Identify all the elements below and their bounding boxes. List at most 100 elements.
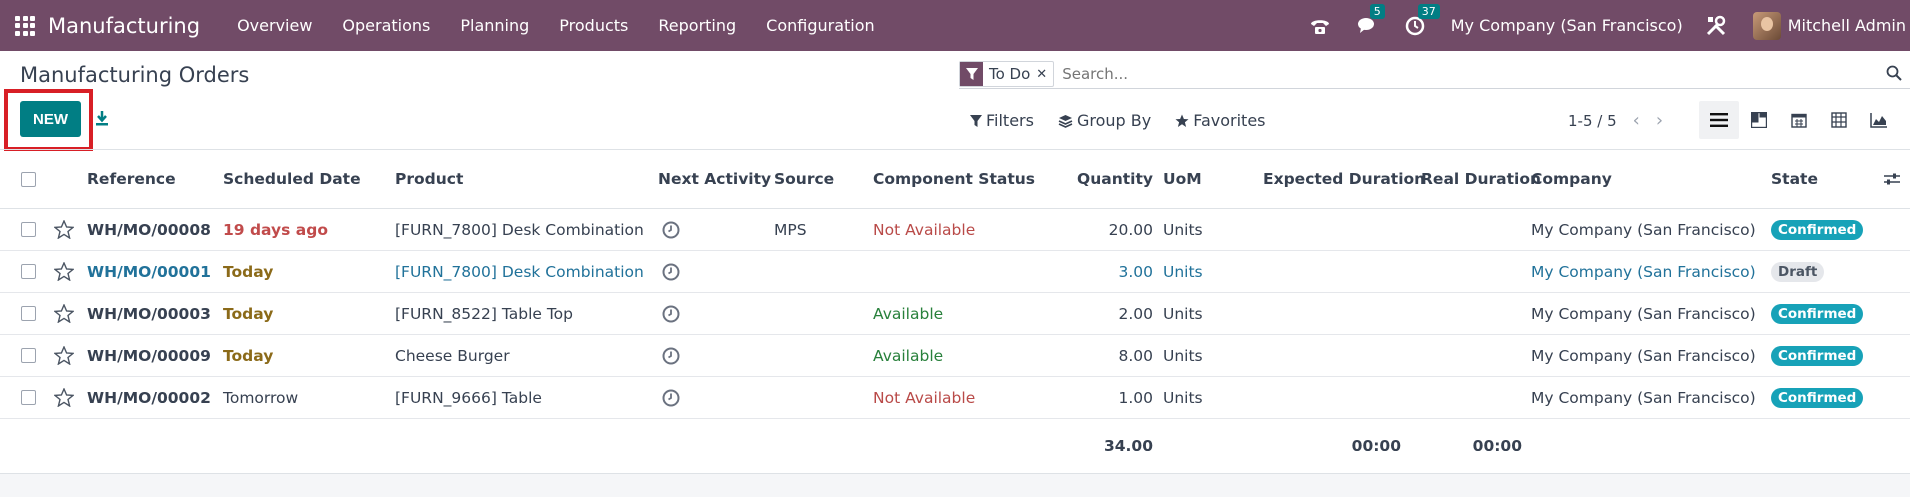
column-next-activity[interactable]: Next Activity [658, 150, 771, 208]
search-panel-toolbar: Filters Group By Favorites [970, 111, 1290, 130]
cell-scheduled-date: Today [223, 262, 274, 281]
calendar-icon [1791, 113, 1807, 128]
table-row[interactable]: WH/MO/00008 19 days ago [FURN_7800] Desk… [0, 209, 1910, 251]
cell-source: MPS [774, 220, 807, 239]
filters-label: Filters [986, 111, 1034, 130]
activity-clock-icon[interactable] [662, 377, 680, 418]
calendar-view-button[interactable] [1779, 101, 1819, 139]
phone-icon[interactable] [1309, 16, 1331, 36]
row-checkbox[interactable] [21, 377, 36, 418]
cell-uom: Units [1163, 262, 1203, 281]
cell-company: My Company (San Francisco) [1531, 346, 1756, 365]
cell-scheduled-date: Today [223, 304, 274, 323]
cell-uom: Units [1163, 346, 1203, 365]
column-component-status[interactable]: Component Status [873, 150, 1035, 208]
menu-planning[interactable]: Planning [460, 16, 529, 35]
star-icon[interactable] [54, 209, 74, 250]
activity-clock-icon[interactable] [662, 335, 680, 376]
cell-company: My Company (San Francisco) [1531, 220, 1756, 239]
app-name[interactable]: Manufacturing [48, 14, 200, 38]
column-state[interactable]: State [1771, 150, 1818, 208]
manufacturing-orders-table: Reference Scheduled Date Product Next Ac… [0, 150, 1910, 474]
menu-operations[interactable]: Operations [342, 16, 430, 35]
user-avatar[interactable] [1752, 11, 1781, 40]
pager: 1-5 / 5 ‹ › [1568, 110, 1663, 131]
row-checkbox[interactable] [21, 293, 36, 334]
cell-uom: Units [1163, 220, 1203, 239]
search-icon[interactable] [1886, 65, 1902, 85]
top-navbar: Manufacturing Overview Operations Planni… [0, 0, 1910, 51]
menu-configuration[interactable]: Configuration [766, 16, 875, 35]
total-real-duration: 00:00 [1472, 437, 1522, 455]
menu-reporting[interactable]: Reporting [658, 16, 736, 35]
column-product[interactable]: Product [395, 150, 463, 208]
apps-grid-icon[interactable] [15, 15, 35, 36]
table-row[interactable]: WH/MO/00002 Tomorrow [FURN_9666] Table N… [0, 377, 1910, 419]
select-all-checkbox[interactable] [21, 150, 36, 208]
activity-clock-icon[interactable] [662, 251, 680, 292]
list-view-button[interactable] [1699, 101, 1739, 139]
new-button[interactable]: NEW [20, 101, 81, 137]
cell-product: [FURN_7800] Desk Combination [395, 262, 644, 281]
cell-product: Cheese Burger [395, 346, 510, 365]
cell-uom: Units [1163, 304, 1203, 323]
row-checkbox[interactable] [21, 209, 36, 250]
cell-reference: WH/MO/00009 [87, 346, 211, 365]
graph-view-button[interactable] [1859, 101, 1899, 139]
table-row[interactable]: WH/MO/00001 Today [FURN_7800] Desk Combi… [0, 251, 1910, 293]
cell-component-status: Not Available [873, 220, 976, 239]
activity-clock-icon[interactable] [662, 209, 680, 250]
tools-icon[interactable] [1705, 15, 1727, 37]
row-checkbox[interactable] [21, 251, 36, 292]
cell-reference: WH/MO/00002 [87, 388, 211, 407]
chat-icon[interactable]: 5 [1357, 3, 1385, 36]
star-icon[interactable] [54, 335, 74, 376]
column-company[interactable]: Company [1531, 150, 1612, 208]
pager-value[interactable]: 1-5 / 5 [1568, 112, 1617, 130]
facet-close-icon[interactable]: ✕ [1036, 62, 1053, 86]
search-facet[interactable]: To Do ✕ [959, 61, 1055, 87]
menu-overview[interactable]: Overview [237, 16, 312, 35]
row-checkbox[interactable] [21, 335, 36, 376]
page-title[interactable]: Manufacturing Orders [20, 63, 249, 87]
column-source[interactable]: Source [774, 150, 834, 208]
cell-component-status: Not Available [873, 388, 976, 407]
star-icon[interactable] [54, 293, 74, 334]
layers-icon [1058, 114, 1073, 128]
filters-button[interactable]: Filters [970, 111, 1034, 130]
column-scheduled-date[interactable]: Scheduled Date [223, 150, 361, 208]
table-row[interactable]: WH/MO/00009 Today Cheese Burger Availabl… [0, 335, 1910, 377]
download-icon[interactable] [95, 110, 109, 130]
pivot-view-button[interactable] [1819, 101, 1859, 139]
star-icon [1175, 114, 1189, 127]
user-name[interactable]: Mitchell Admin [1788, 16, 1906, 35]
column-reference[interactable]: Reference [87, 150, 176, 208]
cell-quantity: 20.00 [1108, 220, 1153, 239]
cell-product: [FURN_7800] Desk Combination [395, 220, 644, 239]
search-input[interactable] [1062, 65, 1883, 83]
chevron-left-icon[interactable]: ‹ [1633, 110, 1640, 131]
page-bottom-background [0, 474, 1910, 497]
menu-products[interactable]: Products [559, 16, 628, 35]
chevron-right-icon[interactable]: › [1656, 110, 1663, 131]
kanban-view-button[interactable] [1739, 101, 1779, 139]
cell-scheduled-date: Today [223, 346, 274, 365]
favorites-button[interactable]: Favorites [1175, 111, 1266, 130]
cell-scheduled-date: Tomorrow [223, 388, 299, 407]
group-by-button[interactable]: Group By [1058, 111, 1151, 130]
optional-columns-toggle-icon[interactable] [1884, 150, 1900, 208]
filter-icon [970, 114, 982, 127]
cell-reference: WH/MO/00003 [87, 304, 211, 323]
activity-clock-icon[interactable]: 37 [1405, 3, 1440, 36]
cell-scheduled-date: 19 days ago [223, 220, 328, 239]
column-real-duration[interactable]: Real Duration [1421, 150, 1541, 208]
table-row[interactable]: WH/MO/00003 Today [FURN_8522] Table Top … [0, 293, 1910, 335]
column-quantity[interactable]: Quantity [1060, 150, 1153, 208]
activity-clock-icon[interactable] [662, 293, 680, 334]
column-uom[interactable]: UoM [1163, 150, 1202, 208]
cell-quantity: 3.00 [1118, 262, 1153, 281]
company-switcher[interactable]: My Company (San Francisco) [1451, 16, 1683, 35]
star-icon[interactable] [54, 377, 74, 418]
star-icon[interactable] [54, 251, 74, 292]
column-expected-duration[interactable]: Expected Duration [1263, 150, 1425, 208]
